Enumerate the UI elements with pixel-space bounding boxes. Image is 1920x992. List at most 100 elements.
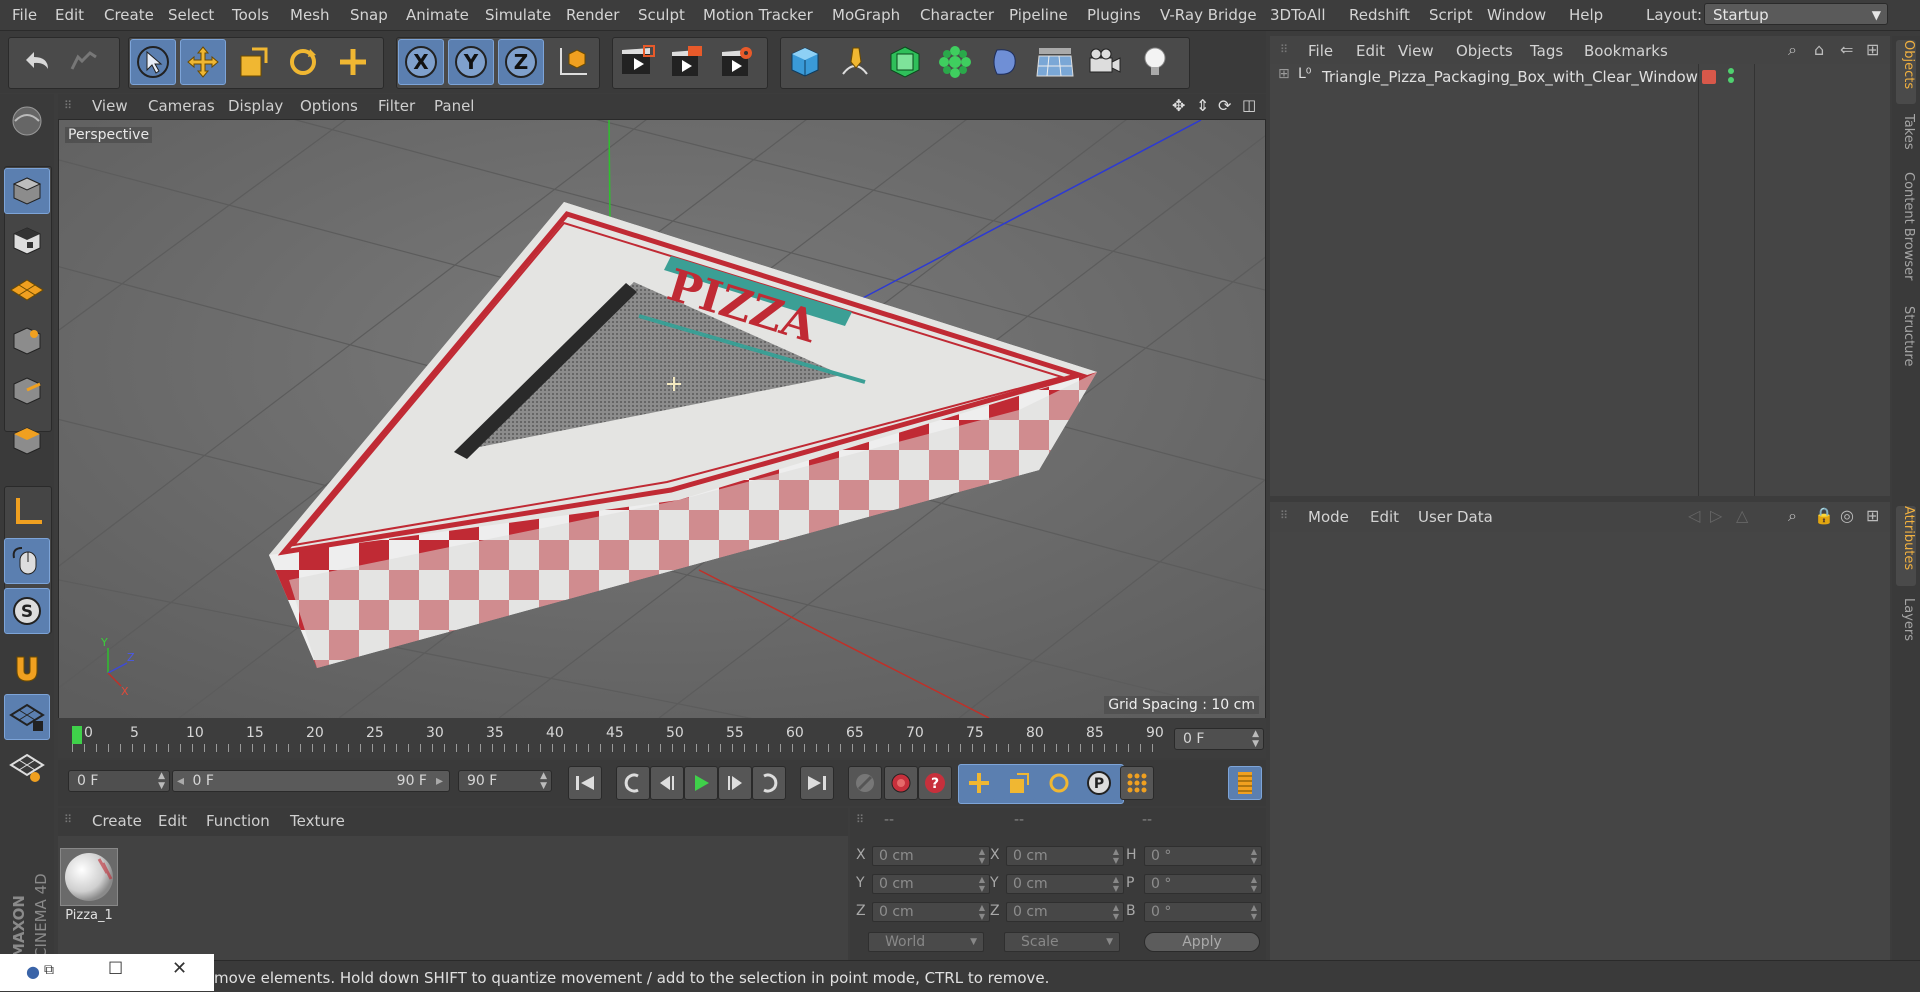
menu-pipeline[interactable]: Pipeline	[1009, 6, 1068, 24]
layer-color-tag[interactable]	[1702, 70, 1716, 84]
key-rotation-icon[interactable]	[1042, 766, 1076, 800]
range-right-arrow-icon[interactable]: ▸	[436, 771, 443, 791]
current-frame-field[interactable]: 0 F ▲ ▼	[1174, 728, 1264, 750]
x-axis-icon[interactable]: X	[398, 39, 444, 85]
material-menu-edit[interactable]: Edit	[158, 812, 187, 830]
timeline-ruler[interactable]: 0 5 10 15 20 25 30 35 40 45 50 55 60 65 …	[58, 718, 1266, 758]
end-frame-field[interactable]: 90 F ▲ ▼	[458, 770, 552, 792]
next-key-button[interactable]	[752, 766, 786, 800]
view-zoom-icon[interactable]: ⇕	[1196, 96, 1209, 115]
menu-motion-tracker[interactable]: Motion Tracker	[703, 6, 813, 24]
editor-visibility-dot[interactable]	[1728, 68, 1734, 74]
range-left-arrow-icon[interactable]: ◂	[177, 773, 184, 789]
rotation-h-field[interactable]: 0 ° ▲ ▼	[1144, 846, 1262, 866]
cloner-icon[interactable]	[932, 39, 978, 85]
attributes-menu-edit[interactable]: Edit	[1370, 508, 1399, 526]
menu-redshift[interactable]: Redshift	[1349, 6, 1410, 24]
menu-vray-bridge[interactable]: V-Ray Bridge	[1160, 6, 1257, 24]
object-row[interactable]: ⊞ L⁰ Triangle_Pizza_Packaging_Box_with_C…	[1270, 64, 1890, 90]
menu-edit[interactable]: Edit	[55, 6, 84, 24]
rotation-p-field[interactable]: 0 ° ▲ ▼	[1144, 874, 1262, 894]
menu-create[interactable]: Create	[104, 6, 154, 24]
panel-grip-icon[interactable]: ⠿	[1280, 43, 1288, 56]
menu-mograph[interactable]: MoGraph	[832, 6, 900, 24]
move-icon[interactable]	[180, 39, 226, 85]
objects-menu-objects[interactable]: Objects	[1456, 42, 1513, 60]
viewport-menu-cameras[interactable]: Cameras	[148, 97, 215, 115]
subdivision-icon[interactable]	[882, 39, 928, 85]
polygons-mode-icon[interactable]	[4, 418, 50, 464]
menu-script[interactable]: Script	[1429, 6, 1473, 24]
size-x-field[interactable]: 0 cm ▲ ▼	[1006, 846, 1124, 866]
position-z-field[interactable]: 0 cm ▲ ▼	[872, 902, 990, 922]
expand-icon[interactable]: ⊞	[1278, 66, 1290, 82]
floor-icon[interactable]	[1032, 39, 1078, 85]
menu-render[interactable]: Render	[566, 6, 619, 24]
texture-mode-icon[interactable]	[4, 218, 50, 264]
locked-workplane-icon[interactable]	[4, 694, 50, 740]
attributes-menu-user-data[interactable]: User Data	[1418, 508, 1493, 526]
size-z-field[interactable]: 0 cm ▲ ▼	[1006, 902, 1124, 922]
search-icon[interactable]: ⌕	[1788, 40, 1797, 60]
pen-icon[interactable]	[832, 39, 878, 85]
autokey-icon[interactable]	[884, 766, 918, 800]
menu-tools[interactable]: Tools	[232, 6, 269, 24]
y-axis-icon[interactable]: Y	[448, 39, 494, 85]
view-rotate-icon[interactable]: ⟳	[1218, 96, 1231, 115]
render-visibility-dot[interactable]	[1728, 77, 1734, 83]
cube-icon[interactable]	[782, 39, 828, 85]
key-scale-icon[interactable]	[1002, 766, 1036, 800]
menu-file[interactable]: File	[12, 6, 37, 24]
tab-takes[interactable]: Takes	[1896, 114, 1916, 160]
panel-grip-icon[interactable]: ⠿	[1280, 509, 1288, 522]
menu-3dtoall[interactable]: 3DToAll	[1270, 6, 1325, 24]
back-icon[interactable]: ⇐	[1840, 40, 1853, 59]
apply-button[interactable]: Apply	[1144, 932, 1260, 952]
render-settings-icon[interactable]	[714, 39, 760, 85]
keyframe-help-icon[interactable]: ?	[918, 766, 952, 800]
lock-icon[interactable]: 🔒	[1814, 506, 1834, 525]
tab-structure[interactable]: Structure	[1896, 306, 1916, 384]
object-name[interactable]: Triangle_Pizza_Packaging_Box_with_Clear_…	[1322, 68, 1698, 86]
objects-menu-file[interactable]: File	[1308, 42, 1333, 60]
viewport-menu-panel[interactable]: Panel	[434, 97, 474, 115]
go-to-start-button[interactable]	[568, 766, 602, 800]
add-icon[interactable]	[330, 39, 376, 85]
panel-grip-icon[interactable]: ⠿	[856, 813, 864, 826]
viewport-menu-view[interactable]: View	[92, 97, 128, 115]
search-icon[interactable]: ⌕	[1788, 506, 1797, 526]
size-mode-dropdown[interactable]: Scale ▼	[1004, 932, 1120, 952]
key-position-icon[interactable]	[962, 766, 996, 800]
material-swatch[interactable]: Pizza_1	[60, 848, 118, 926]
menu-window[interactable]: Window	[1487, 6, 1546, 24]
rotate-icon[interactable]	[280, 39, 326, 85]
sculpt-brush-icon[interactable]	[4, 98, 50, 144]
material-menu-function[interactable]: Function	[206, 812, 270, 830]
close-icon[interactable]: ✕	[172, 958, 187, 979]
camera-icon[interactable]	[1082, 39, 1128, 85]
objects-menu-bookmarks[interactable]: Bookmarks	[1584, 42, 1668, 60]
nav-up-icon[interactable]: △	[1736, 506, 1748, 525]
render-view-icon[interactable]	[614, 39, 660, 85]
frame-range-slider[interactable]: ◂ 0 F 90 F ▸	[172, 770, 450, 792]
panel-grip-icon[interactable]: ⠿	[64, 813, 72, 826]
home-icon[interactable]: ⌂	[1814, 40, 1824, 59]
menu-simulate[interactable]: Simulate	[485, 6, 551, 24]
go-to-end-button[interactable]	[800, 766, 834, 800]
rotation-b-field[interactable]: 0 ° ▲ ▼	[1144, 902, 1262, 922]
solo-icon[interactable]: S	[4, 588, 50, 634]
viewport-menu-options[interactable]: Options	[300, 97, 358, 115]
viewport-menu-filter[interactable]: Filter	[378, 97, 415, 115]
edges-mode-icon[interactable]	[4, 368, 50, 414]
select-arrow-icon[interactable]	[130, 39, 176, 85]
viewport-menu-display[interactable]: Display	[228, 97, 283, 115]
menu-animate[interactable]: Animate	[406, 6, 469, 24]
coord-system-dropdown[interactable]: World ▼	[868, 932, 984, 952]
tab-layers[interactable]: Layers	[1896, 598, 1916, 654]
tab-objects[interactable]: Objects	[1896, 40, 1916, 104]
objects-menu-tags[interactable]: Tags	[1530, 42, 1563, 60]
maximize-icon[interactable]: ☐	[108, 959, 123, 979]
menu-plugins[interactable]: Plugins	[1087, 6, 1141, 24]
material-menu-create[interactable]: Create	[92, 812, 142, 830]
panel-grip-icon[interactable]: ⠿	[64, 99, 72, 112]
